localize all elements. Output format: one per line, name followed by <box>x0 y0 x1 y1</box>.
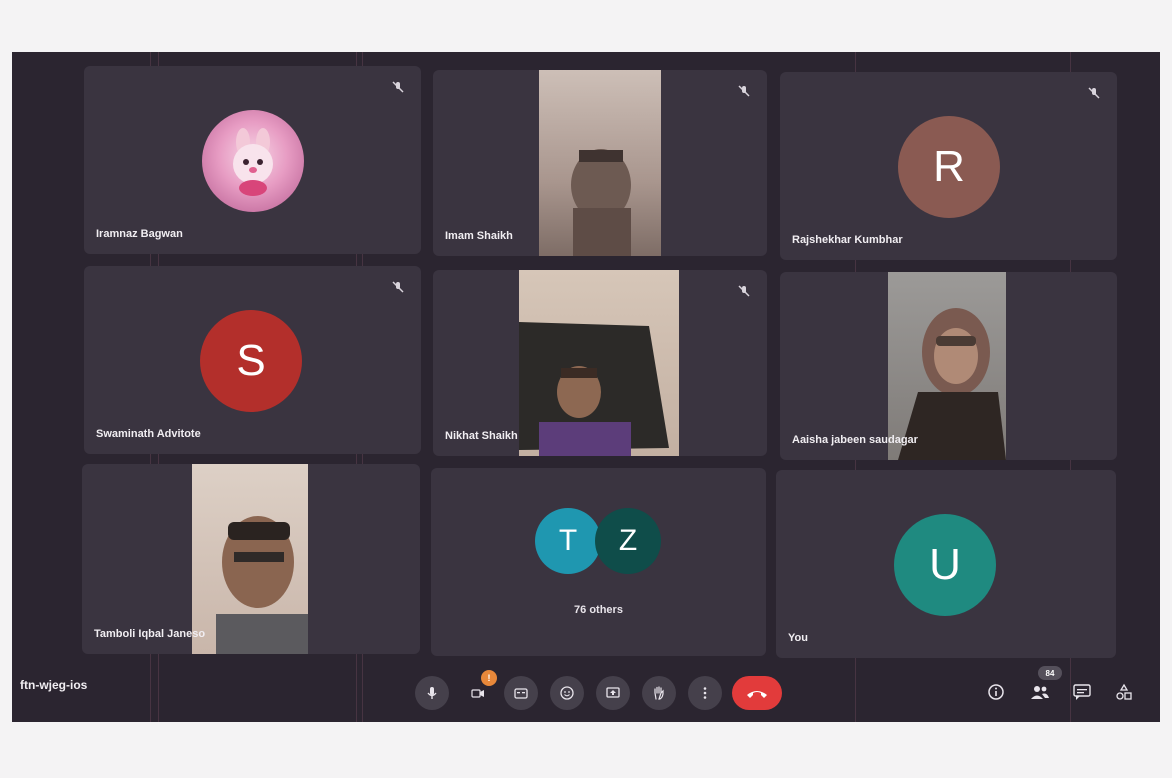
captions-icon <box>514 688 528 699</box>
participant-name: You <box>788 632 808 644</box>
avatar-letter: S <box>236 336 266 385</box>
mic-off-icon <box>1088 87 1100 99</box>
end-call-icon <box>747 691 767 698</box>
letter-avatar: Z <box>595 508 661 574</box>
meeting-code: ftn-wjeg-ios <box>20 678 88 692</box>
participant-name: Aaisha jabeen saudagar <box>792 434 918 446</box>
avatar-letter: Z <box>618 524 638 557</box>
emoji-button[interactable] <box>550 676 584 710</box>
mic-off-icon <box>738 285 750 297</box>
activities-icon <box>1116 683 1132 700</box>
others-tile[interactable]: T Z 76 others <box>431 468 766 656</box>
raise-hand-icon <box>654 686 664 700</box>
self-tile[interactable]: U You <box>776 470 1116 658</box>
participant-tile[interactable]: Aaisha jabeen saudagar <box>780 272 1117 460</box>
bunny-avatar-icon <box>233 128 273 196</box>
emoji-icon <box>560 686 574 700</box>
avatar-letter: U <box>929 540 961 589</box>
camera-button[interactable]: ! <box>461 670 497 710</box>
camera-off-icon <box>471 689 484 698</box>
more-options-icon <box>703 687 707 699</box>
end-call-button[interactable] <box>732 676 782 710</box>
participant-name: Iramnaz Bagwan <box>96 228 183 240</box>
chat-icon <box>1073 684 1091 700</box>
participant-name: Tamboli Iqbal Janeso <box>94 628 206 640</box>
participant-name: Nikhat Shaikh <box>445 430 518 442</box>
present-icon <box>606 687 620 698</box>
participant-video <box>192 464 308 654</box>
present-button[interactable] <box>596 676 630 710</box>
people-icon <box>1031 686 1049 699</box>
mic-icon <box>427 687 437 699</box>
participant-tile[interactable]: Tamboli Iqbal Janeso <box>82 464 420 654</box>
participant-video <box>539 70 661 256</box>
letter-avatar: U <box>894 514 996 616</box>
participant-name: Swaminath Advitote <box>96 428 201 440</box>
participant-tile[interactable]: Nikhat Shaikh <box>433 270 767 456</box>
mic-off-icon <box>392 281 404 293</box>
more-options-button[interactable] <box>688 676 722 710</box>
people-button[interactable] <box>1028 680 1052 704</box>
mic-off-icon <box>392 81 404 93</box>
participant-video <box>888 272 1006 460</box>
raise-hand-button[interactable] <box>642 676 676 710</box>
profile-picture <box>202 110 304 212</box>
participant-name: Rajshekhar Kumbhar <box>792 234 903 246</box>
avatar-letter: R <box>933 142 965 191</box>
chat-button[interactable] <box>1070 680 1094 704</box>
participant-tile[interactable]: Iramnaz Bagwan <box>84 66 421 254</box>
participant-count-badge: 84 <box>1038 666 1062 680</box>
participant-tile[interactable]: R Rajshekhar Kumbhar <box>780 72 1117 260</box>
letter-avatar: T <box>535 508 601 574</box>
participant-video <box>519 270 679 456</box>
camera-warning-badge: ! <box>481 670 497 686</box>
control-bar: ftn-wjeg-ios ! 84 <box>12 660 1160 722</box>
others-count-label: 76 others <box>574 604 623 616</box>
captions-button[interactable] <box>504 676 538 710</box>
participant-tile[interactable]: S Swaminath Advitote <box>84 266 421 454</box>
avatar-letter: T <box>558 524 578 557</box>
mic-button[interactable] <box>415 676 449 710</box>
participant-tile[interactable]: Imam Shaikh <box>433 70 767 256</box>
mic-off-icon <box>738 85 750 97</box>
meeting-info-button[interactable] <box>984 680 1008 704</box>
info-icon <box>988 684 1004 700</box>
letter-avatar: R <box>898 116 1000 218</box>
letter-avatar: S <box>200 310 302 412</box>
participant-name: Imam Shaikh <box>445 230 513 242</box>
activities-button[interactable] <box>1112 680 1136 704</box>
